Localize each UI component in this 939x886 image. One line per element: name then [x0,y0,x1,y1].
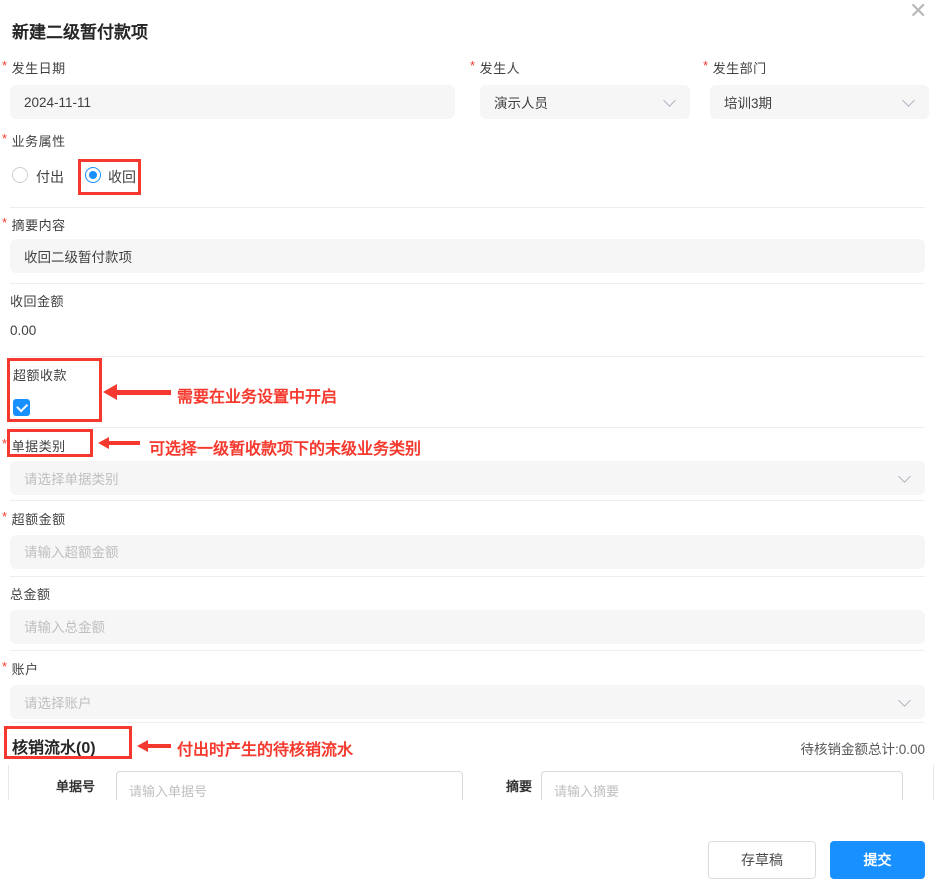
divider [10,650,925,651]
doc-no-label: 单据号 [56,779,96,794]
excess-amount-input[interactable] [10,535,925,569]
biz-attr-label-text: 业务属性 [11,134,66,149]
divider [10,283,925,284]
doc-no-input[interactable] [116,771,463,800]
annotation-text-excess: 需要在业务设置中开启 [177,389,338,406]
occur-person-select[interactable]: 演示人员 [480,85,690,119]
annotation-arrow-excess [103,384,171,400]
radio-recover-label[interactable]: 收回 [108,167,136,187]
required-mark: * [703,58,709,73]
required-mark: * [2,659,8,674]
account-label: * 账户 [2,659,39,678]
close-icon[interactable]: ✕ [909,0,927,24]
submit-button[interactable]: 提交 [830,841,925,879]
arrow-head-icon [137,740,148,752]
occur-date-label: * 发生日期 [2,58,66,77]
total-amount-label: 总金额 [10,584,51,603]
save-draft-button[interactable]: 存草稿 [708,841,816,879]
summary-label-text: 摘要内容 [11,218,66,233]
arrow-tail [109,441,140,445]
radio-recover[interactable] [85,167,101,183]
divider [10,207,925,208]
required-mark: * [2,215,8,230]
excess-receipt-checkbox[interactable] [13,399,30,416]
account-placeholder: 请选择账户 [24,696,92,711]
occur-person-value: 演示人员 [494,96,548,111]
arrow-head-icon [98,437,109,449]
annotation-text-writeoff: 付出时产生的待核销流水 [177,742,354,759]
required-mark: * [2,509,8,524]
chevron-down-icon [902,93,915,107]
chevron-down-icon [663,93,676,107]
occur-date-input[interactable] [10,85,455,119]
arrow-tail [148,744,171,748]
writeoff-section-title: 核销流水(0) [12,740,96,757]
occur-dept-label-text: 发生部门 [712,61,767,76]
writeoff-filter-row: 单据号 摘要 [8,765,934,800]
doc-category-placeholder: 请选择单据类别 [24,472,119,487]
occur-dept-value: 培训3期 [724,96,773,111]
divider [10,500,925,501]
excess-amount-label-text: 超额金额 [11,512,66,527]
writeoff-total-summary: 待核销金额总计:0.00 [800,742,925,757]
divider [10,722,925,723]
doc-category-select[interactable]: 请选择单据类别 [10,461,925,495]
divider [10,576,925,577]
dialog-title: 新建二级暂付款项 [12,23,148,42]
required-mark: * [2,131,8,146]
doc-category-label: * 单据类别 [2,436,66,455]
chevron-down-icon [898,693,911,707]
biz-attr-label: * 业务属性 [2,131,66,150]
arrow-head-icon [103,384,117,400]
annotation-arrow-category [98,437,140,449]
occur-dept-select[interactable]: 培训3期 [710,85,929,119]
recover-amount-value: 0.00 [10,323,37,338]
annotation-text-category: 可选择一级暂收款项下的末级业务类别 [149,441,422,458]
doc-category-label-text: 单据类别 [11,439,66,454]
occur-person-label-text: 发生人 [479,61,521,76]
summary-input[interactable] [10,239,925,273]
occur-dept-label: * 发生部门 [703,58,767,77]
wf-summary-label: 摘要 [506,779,533,794]
chevron-down-icon [898,469,911,483]
occur-date-label-text: 发生日期 [11,61,66,76]
total-amount-input[interactable] [10,610,925,644]
recover-amount-label-text: 收回金额 [10,294,65,309]
total-amount-label-text: 总金额 [10,587,51,602]
required-mark: * [470,58,476,73]
arrow-tail [117,389,171,395]
recover-amount-label: 收回金额 [10,291,64,310]
radio-pay-out[interactable] [12,167,28,183]
occur-person-label: * 发生人 [470,58,520,77]
divider [10,356,925,357]
excess-receipt-label-text: 超额收款 [13,368,68,383]
account-label-text: 账户 [11,662,39,677]
required-mark: * [2,58,8,73]
summary-label: * 摘要内容 [2,215,66,234]
excess-receipt-label: 超额收款 [13,365,67,384]
excess-amount-label: * 超额金额 [2,509,66,528]
annotation-arrow-writeoff [137,740,171,752]
radio-pay-out-label[interactable]: 付出 [36,167,64,187]
account-select[interactable]: 请选择账户 [10,685,925,719]
required-mark: * [2,436,8,451]
wf-summary-input[interactable] [541,771,903,800]
divider [10,427,925,428]
